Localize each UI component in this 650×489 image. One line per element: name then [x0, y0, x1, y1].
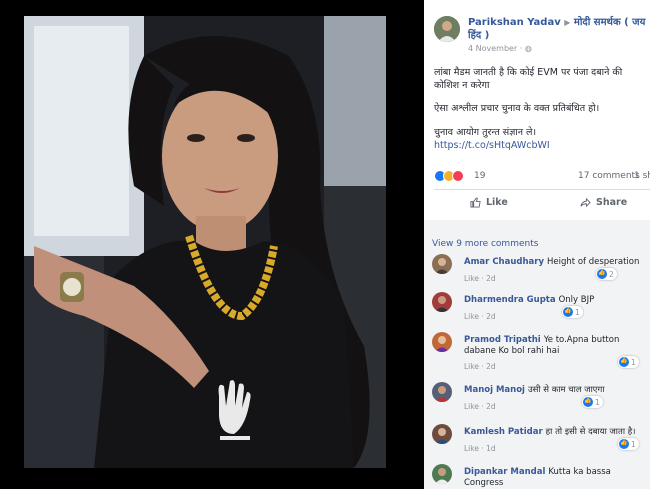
commenter-name[interactable]: Dipankar Mandal — [464, 467, 545, 477]
thumbs-up-icon — [470, 197, 481, 208]
shares-count[interactable]: 1 shar — [634, 171, 650, 181]
share-button[interactable]: Share — [580, 197, 627, 208]
author-name[interactable]: Parikshan Yadav — [468, 17, 561, 28]
divider — [434, 189, 650, 190]
comment-like-badge[interactable]: 1 — [618, 356, 639, 368]
comment-bubble: Kamlesh Patidar हा तो इसी से दबाया जाता ह… — [458, 424, 642, 441]
comment-like-count: 1 — [595, 397, 600, 407]
like-button[interactable]: Like — [470, 197, 508, 208]
like-badge-icon — [619, 357, 629, 367]
post-text-line-2: ऐसा अश्लील प्रचार चुनाव के वक्त प्रतिबंध… — [434, 103, 600, 114]
commenter-avatar[interactable] — [432, 254, 452, 274]
avatar-icon — [432, 424, 452, 444]
reaction-count[interactable]: 19 — [474, 171, 485, 181]
post-actions: Like Share — [424, 192, 650, 216]
post-text-line-3-text: चुनाव आयोग तुरन्त संज्ञान ले। — [434, 127, 537, 138]
photo-illustration — [24, 16, 386, 468]
reactions-bar: 19 17 comments 1 shar — [434, 168, 650, 186]
comment-like-link[interactable]: Like — [464, 444, 479, 453]
comment-like-count: 1 — [575, 307, 580, 317]
like-badge-icon — [619, 439, 629, 449]
comment-meta: Like · 2d — [464, 362, 496, 371]
comment-like-link[interactable]: Like — [464, 402, 479, 411]
avatar-icon — [432, 292, 452, 312]
arrow-right-icon: ▶ — [564, 18, 571, 27]
love-reaction-icon[interactable] — [452, 170, 464, 182]
comment-like-badge[interactable]: 1 — [582, 396, 603, 408]
comment-text: हा तो इसी से दबाया जाता है। — [545, 427, 636, 437]
commenter-avatar[interactable] — [432, 424, 452, 444]
author-avatar-icon — [434, 16, 460, 42]
comment-age[interactable]: 2d — [486, 274, 496, 283]
like-badge-icon — [563, 307, 573, 317]
avatar-icon — [432, 464, 452, 484]
comment-like-badge[interactable]: 1 — [562, 306, 583, 318]
comment-bubble: Pramod Tripathi Ye to.Apna button dabane … — [458, 332, 640, 360]
comment-text: Height of desperation — [547, 257, 640, 267]
post-photo[interactable] — [24, 16, 386, 468]
globe-icon: ◍ — [524, 44, 532, 53]
share-button-label: Share — [596, 197, 628, 208]
share-icon — [580, 197, 591, 208]
post-header: Parikshan Yadav ▶ मोदी समर्थक ( जय हिंद … — [424, 0, 650, 60]
comment-like-count: 1 — [631, 439, 636, 449]
comment-text: उसी से काम चाल जाएगा — [527, 385, 605, 395]
comment-age[interactable]: 2d — [486, 312, 496, 321]
commenter-name[interactable]: Amar Chaudhary — [464, 257, 544, 267]
post-meta: 4 November · ◍ — [468, 44, 532, 53]
comment-bubble: Amar Chaudhary Height of desperation — [458, 254, 646, 271]
photo-viewer — [0, 0, 424, 489]
comment-age[interactable]: 1d — [486, 444, 496, 453]
avatar-icon — [432, 254, 452, 274]
commenter-name[interactable]: Dharmendra Gupta — [464, 295, 556, 305]
author-avatar[interactable] — [434, 16, 460, 42]
comment-like-badge[interactable]: 1 — [618, 438, 639, 450]
comment-like-count: 1 — [631, 357, 636, 367]
commenter-avatar[interactable] — [432, 464, 452, 484]
commenter-name[interactable]: Pramod Tripathi — [464, 335, 541, 345]
comment-meta: Like · 2d — [464, 312, 496, 321]
commenter-avatar[interactable] — [432, 292, 452, 312]
like-button-label: Like — [486, 197, 508, 208]
comment-text: Only BJP — [558, 295, 595, 305]
commenter-name[interactable]: Manoj Manoj — [464, 385, 525, 395]
commenter-avatar[interactable] — [432, 382, 452, 402]
comment-like-count: 2 — [609, 269, 614, 279]
comment-age[interactable]: 2d — [486, 402, 496, 411]
comment-meta: Like · 2d — [464, 274, 496, 283]
avatar-icon — [432, 382, 452, 402]
comments-count[interactable]: 17 comments — [578, 171, 640, 181]
post-link[interactable]: https://t.co/sHtqAWcbWI — [434, 140, 550, 151]
comments-section: View 9 more comments Amar Chaudhary Heigh… — [424, 220, 650, 489]
like-badge-icon — [597, 269, 607, 279]
post-author-line: Parikshan Yadav ▶ मोदी समर्थक ( जय हिंद … — [468, 16, 646, 42]
commenter-name[interactable]: Kamlesh Patidar — [464, 427, 543, 437]
comment-like-link[interactable]: Like — [464, 362, 479, 371]
commenter-avatar[interactable] — [432, 332, 452, 352]
comment-bubble: Dipankar Mandal Kutta ka bassa Congress — [458, 464, 648, 489]
comment-like-link[interactable]: Like — [464, 312, 479, 321]
comment-like-badge[interactable]: 2 — [596, 268, 617, 280]
post-text-line-3: चुनाव आयोग तुरन्त संज्ञान ले। https://t.… — [434, 126, 648, 152]
post-text-line-1: लांबा मैडम जानती है कि कोई EVM पर पंजा द… — [434, 67, 623, 91]
post-side-panel: Parikshan Yadav ▶ मोदी समर्थक ( जय हिंद … — [424, 0, 650, 489]
avatar-icon — [432, 332, 452, 352]
comment-like-link[interactable]: Like — [464, 274, 479, 283]
comment-age[interactable]: 2d — [486, 362, 496, 371]
comment-meta: Like · 2d — [464, 402, 496, 411]
view-more-comments[interactable]: View 9 more comments — [432, 239, 538, 249]
comment-meta: Like · 1d — [464, 444, 496, 453]
like-badge-icon — [583, 397, 593, 407]
post-date[interactable]: 4 November — [468, 44, 517, 53]
